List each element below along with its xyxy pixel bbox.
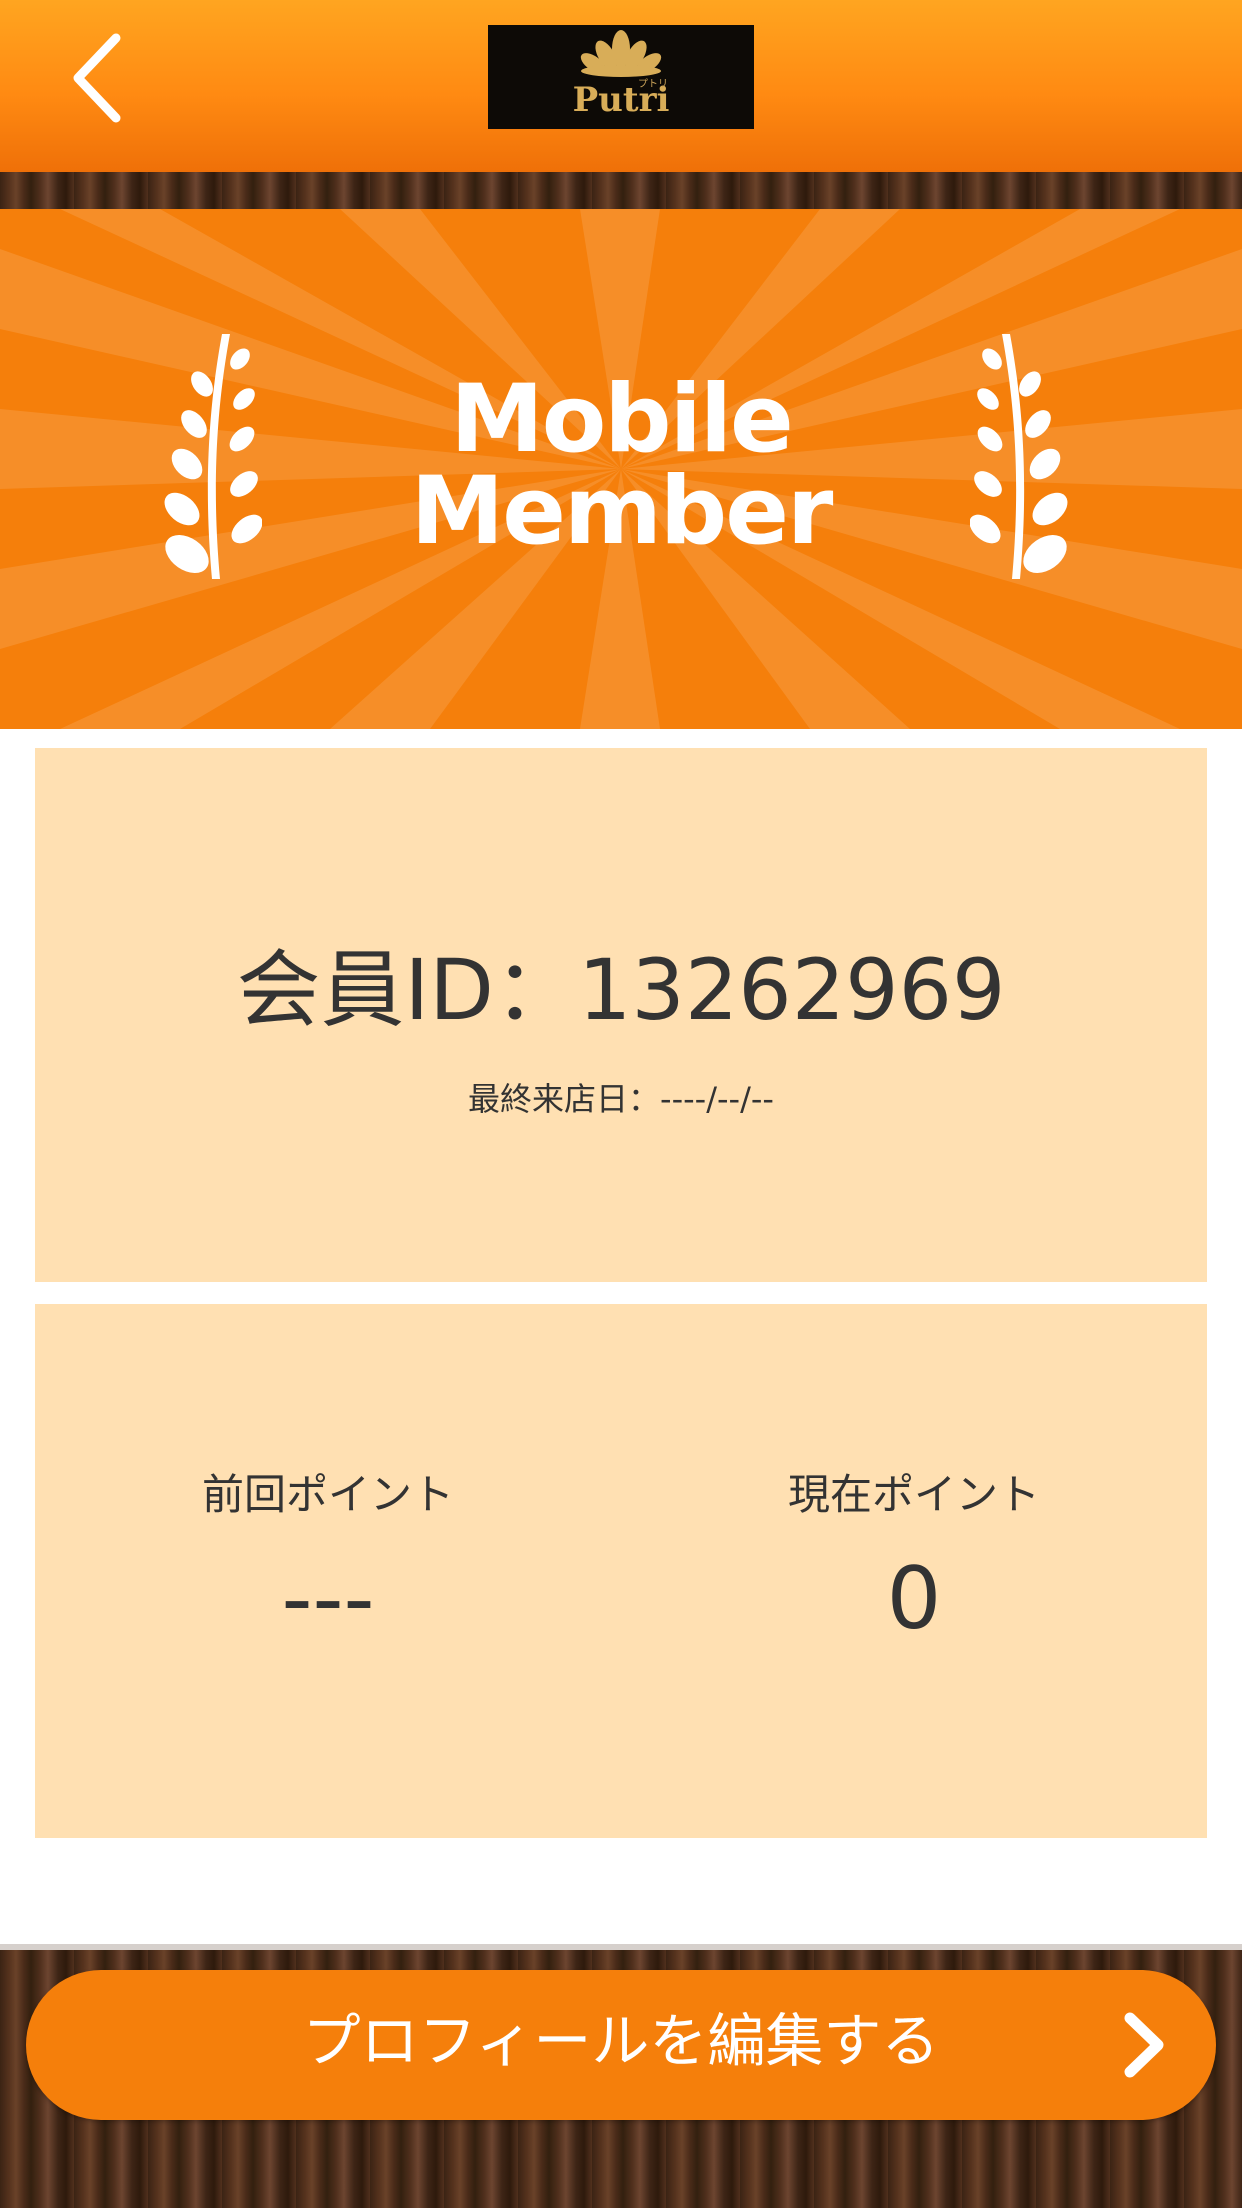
app-header: Putri プトリ	[0, 0, 1242, 172]
chevron-left-icon	[73, 33, 121, 123]
previous-points: 前回ポイント ---	[35, 1470, 621, 1649]
current-points-value: 0	[886, 1549, 942, 1649]
brand-logo: Putri プトリ	[488, 25, 754, 129]
member-id: 会員ID：13262969	[236, 941, 1006, 1039]
wood-divider-top	[0, 172, 1242, 209]
banner-title-line2: Member	[410, 457, 834, 566]
last-visit-date: 最終来店日：----/--/--	[468, 1080, 774, 1118]
lotus-icon	[580, 30, 662, 77]
edit-profile-label: プロフィールを編集する	[302, 2007, 940, 2075]
points-card: 前回ポイント --- 現在ポイント 0	[35, 1304, 1207, 1838]
logo-subtext: プトリ	[638, 79, 668, 90]
member-banner: Mobile Member	[0, 209, 1242, 729]
edit-profile-button[interactable]: プロフィールを編集する	[26, 1970, 1216, 2120]
banner-title: Mobile Member	[0, 365, 1242, 566]
chevron-right-icon	[1124, 2012, 1164, 2078]
banner-title-line1: Mobile	[450, 365, 794, 474]
current-points: 現在ポイント 0	[621, 1470, 1207, 1649]
member-id-card: 会員ID：13262969 最終来店日：----/--/--	[35, 748, 1207, 1282]
previous-points-label: 前回ポイント	[201, 1470, 454, 1519]
back-button[interactable]	[58, 28, 138, 128]
previous-points-value: ---	[281, 1549, 375, 1649]
logo-text: Putri	[572, 80, 670, 120]
current-points-label: 現在ポイント	[787, 1470, 1040, 1519]
